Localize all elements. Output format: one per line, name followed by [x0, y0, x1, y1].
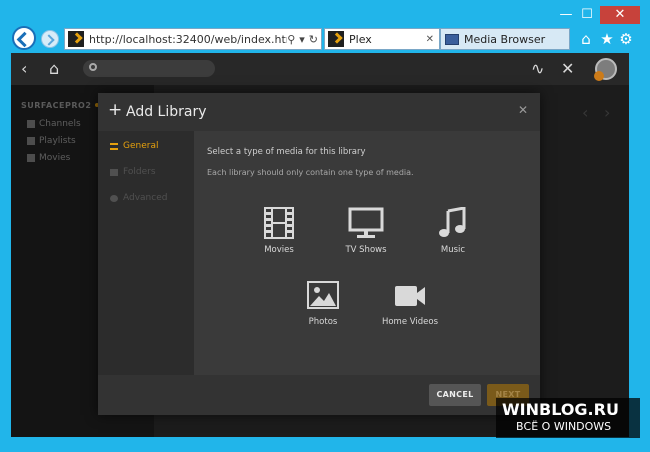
watermark-line2: ВСЁ О WINDOWS [516, 420, 612, 433]
browser-window: — ☐ ✕ http://localhost:32400/web/index.h… [0, 0, 650, 452]
plex-favicon-icon [68, 31, 84, 47]
plex-topbar: ‹ ⌂ ∿ ✕ [11, 53, 629, 85]
back-button[interactable] [12, 26, 36, 50]
url-text[interactable]: http://localhost:32400/web/index.html# [89, 33, 287, 46]
maximize-button[interactable]: ☐ [573, 6, 601, 24]
media-type-label: Music [440, 245, 466, 255]
dialog-title: Add Library [126, 104, 207, 120]
search-icon[interactable]: ⚲ [287, 33, 295, 46]
tab-plex[interactable]: Plex ✕ [324, 28, 440, 50]
media-type-label: Home Videos [381, 317, 439, 327]
favorites-star-icon[interactable]: ★ [598, 30, 616, 48]
media-type-label: Photos [308, 317, 338, 327]
nav-item-label: General [123, 141, 159, 151]
notification-badge [594, 71, 604, 81]
nav-item-advanced: Advanced [110, 193, 167, 203]
media-type-music[interactable]: Music [418, 207, 488, 255]
dialog-body: Select a type of media for this library … [194, 131, 540, 375]
close-icon[interactable]: ✕ [518, 103, 528, 117]
watermark: WINBLOG.RU ВСЁ О WINDOWS [496, 398, 640, 438]
dialog-footer: CANCEL NEXT [98, 375, 540, 415]
plex-favicon-icon [328, 31, 344, 47]
tab-media-browser[interactable]: Media Browser [440, 28, 570, 50]
video-camera-icon [395, 286, 425, 306]
close-window-button[interactable]: ✕ [600, 6, 640, 24]
media-type-tv-shows[interactable]: TV Shows [331, 207, 401, 255]
home-icon[interactable]: ⌂ [577, 30, 595, 48]
hint-text: Each library should only contain one typ… [207, 168, 414, 177]
media-type-label: TV Shows [345, 245, 387, 255]
activity-icon[interactable]: ∿ [531, 59, 544, 79]
nav-item-label: Advanced [123, 193, 168, 203]
dialog-header: + Add Library ✕ [98, 93, 540, 131]
media-type-label: Movies [264, 245, 294, 255]
forward-button[interactable] [41, 30, 59, 48]
watermark-line1: WINBLOG.RU [502, 400, 619, 419]
nav-item-folders: Folders [110, 167, 156, 177]
add-library-dialog: + Add Library ✕ General Folders Advanced… [98, 93, 540, 415]
plus-icon: + [108, 100, 123, 120]
settings-gear-icon[interactable]: ⚙ [617, 30, 635, 48]
search-icon [89, 63, 97, 71]
film-icon [264, 207, 294, 239]
nav-item-label: Folders [123, 167, 156, 177]
tv-icon [348, 207, 384, 238]
chevron-down-icon[interactable]: ▾ [299, 33, 305, 46]
tab-label: Media Browser [464, 32, 546, 46]
close-tab-icon[interactable]: ✕ [426, 34, 434, 45]
media-type-home-videos[interactable]: Home Videos [375, 281, 445, 327]
home-icon[interactable]: ⌂ [49, 59, 59, 79]
photo-icon [307, 281, 339, 309]
media-browser-icon [445, 33, 459, 45]
general-icon [110, 142, 118, 150]
dialog-nav: General Folders Advanced [98, 131, 194, 375]
music-note-icon [439, 207, 466, 237]
folder-icon [110, 168, 118, 176]
search-input[interactable] [83, 60, 215, 77]
back-arrow-icon[interactable]: ‹ [21, 59, 27, 79]
address-bar[interactable]: http://localhost:32400/web/index.html# ⚲… [64, 28, 322, 50]
refresh-icon[interactable]: ↻ [309, 33, 318, 46]
media-type-movies[interactable]: Movies [244, 207, 314, 255]
nav-item-general[interactable]: General [110, 141, 158, 151]
gear-icon [110, 194, 118, 202]
prompt-text: Select a type of media for this library [207, 147, 366, 157]
cancel-button[interactable]: CANCEL [429, 384, 481, 406]
tools-icon[interactable]: ✕ [561, 59, 574, 79]
media-type-photos[interactable]: Photos [288, 281, 358, 327]
tab-label: Plex [349, 32, 372, 46]
